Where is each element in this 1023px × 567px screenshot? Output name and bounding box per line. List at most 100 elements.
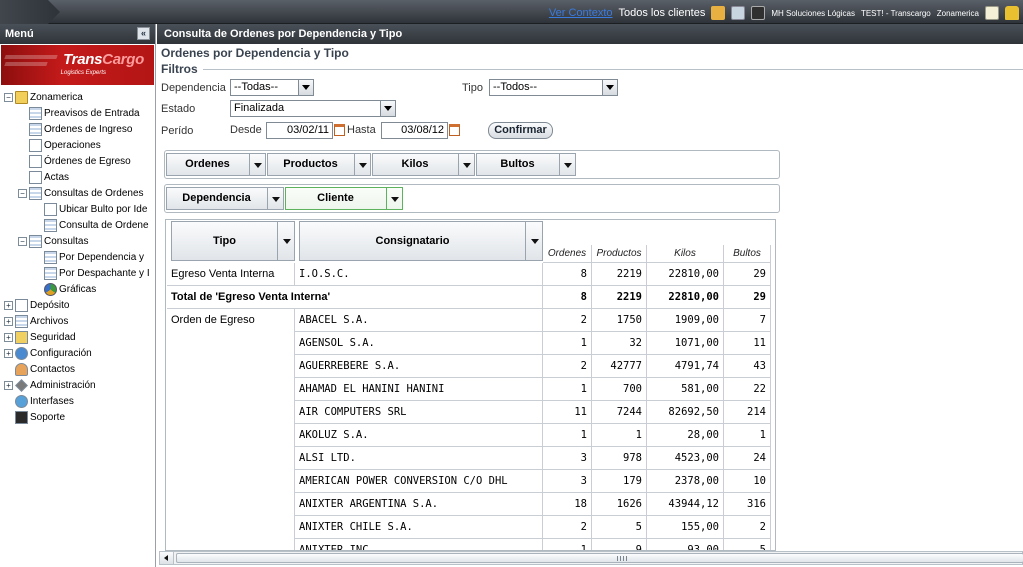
- sidebar-item[interactable]: Contactos: [4, 361, 75, 377]
- desde-label: Desde: [230, 124, 262, 136]
- chevron-down-icon[interactable]: [386, 188, 402, 209]
- estado-select-value: Finalizada: [234, 102, 285, 114]
- ordenes-cell: 3: [543, 447, 592, 470]
- calendar-icon[interactable]: [334, 124, 345, 136]
- chevron-down-icon[interactable]: [249, 154, 265, 175]
- field-dependencia[interactable]: Dependencia: [166, 187, 284, 210]
- collapse-sidebar-button[interactable]: «: [137, 27, 150, 40]
- sidebar-item[interactable]: + Administración: [4, 377, 96, 393]
- grid-icon: [44, 266, 57, 280]
- sidebar-item[interactable]: Órdenes de Egreso: [18, 153, 131, 169]
- consignatario-cell: ALSI LTD.: [295, 447, 543, 470]
- productos-cell: 42777: [592, 355, 647, 378]
- field-cliente[interactable]: Cliente: [285, 187, 403, 210]
- horizontal-scrollbar[interactable]: [159, 551, 1023, 565]
- productos-cell: 1750: [592, 309, 647, 332]
- chevron-down-icon[interactable]: [267, 188, 283, 209]
- sidebar-item[interactable]: − Consultas: [18, 233, 88, 249]
- expand-icon[interactable]: +: [4, 300, 13, 310]
- lock-icon[interactable]: [1005, 6, 1019, 20]
- chevron-down-icon[interactable]: [458, 154, 474, 175]
- expand-icon[interactable]: +: [4, 380, 13, 390]
- field-kilos[interactable]: Kilos: [372, 153, 475, 176]
- productos-cell: 32: [592, 332, 647, 355]
- menu-title: Menú: [5, 28, 34, 40]
- chevron-down-icon[interactable]: [277, 222, 294, 260]
- expand-icon[interactable]: +: [4, 332, 13, 342]
- bultos-cell: 316: [724, 493, 771, 516]
- kilos-cell: 4791,74: [647, 355, 724, 378]
- row-field-consignatario[interactable]: Consignatario: [299, 221, 543, 261]
- calendar-icon[interactable]: [449, 124, 460, 136]
- confirm-button[interactable]: Confirmar: [488, 122, 553, 139]
- top-bar-arrow: [0, 0, 60, 24]
- chevron-down-icon[interactable]: [559, 154, 575, 175]
- tipo-select[interactable]: --Todos--: [489, 79, 618, 96]
- sidebar-item[interactable]: Ordenes de Ingreso: [18, 121, 132, 137]
- sidebar-item-label: Consultas de Ordenes: [44, 187, 144, 199]
- hasta-date-input[interactable]: 03/08/12: [381, 122, 448, 139]
- client-scope-label: Todos los clientes: [618, 7, 706, 19]
- row-field-tipo[interactable]: Tipo: [171, 221, 295, 261]
- expand-icon[interactable]: +: [4, 348, 13, 358]
- chevron-down-icon[interactable]: [380, 101, 395, 116]
- consignatario-cell: ANIXTER CHILE S.A.: [295, 516, 543, 539]
- measure-header-kilos: Kilos: [647, 245, 724, 263]
- scroll-grip: [617, 556, 627, 561]
- filters-section: Filtros: [161, 62, 1023, 76]
- productos-cell: 978: [592, 447, 647, 470]
- sidebar-item[interactable]: Consulta de Ordene: [30, 217, 149, 233]
- sidebar-item[interactable]: + Depósito: [4, 297, 69, 313]
- sidebar-item[interactable]: Preavisos de Entrada: [18, 105, 140, 121]
- chevron-down-icon[interactable]: [354, 154, 370, 175]
- consignatario-cell: AHAMAD EL HANINI HANINI: [295, 378, 543, 401]
- ver-contexto-link[interactable]: Ver Contexto: [549, 7, 613, 19]
- ordenes-cell: 8: [543, 263, 592, 286]
- sidebar-item[interactable]: Ubicar Bulto por Ide: [30, 201, 147, 217]
- sidebar-item[interactable]: Por Despachante y I: [30, 265, 150, 281]
- logo-stripe: [4, 62, 48, 66]
- collapse-icon[interactable]: −: [18, 188, 27, 198]
- sidebar-item[interactable]: Operaciones: [18, 137, 101, 153]
- sidebar-item[interactable]: Gráficas: [30, 281, 96, 297]
- chevron-down-icon[interactable]: [525, 222, 542, 260]
- sidebar-item[interactable]: + Seguridad: [4, 329, 76, 345]
- desde-date-input[interactable]: 03/02/11: [266, 122, 333, 139]
- sidebar-item-label: Operaciones: [44, 139, 101, 151]
- sidebar-item-label: Ubicar Bulto por Ide: [59, 203, 148, 215]
- windows-icon[interactable]: [731, 6, 746, 20]
- bultos-cell: 7: [724, 309, 771, 332]
- bultos-cell: 2: [724, 516, 771, 539]
- context-user-icon[interactable]: [711, 6, 726, 20]
- collapse-icon[interactable]: −: [18, 236, 27, 246]
- sidebar-item[interactable]: Por Dependencia y: [30, 249, 144, 265]
- bultos-cell: 24: [724, 447, 771, 470]
- dependencia-select[interactable]: --Todas--: [230, 79, 314, 96]
- sidebar-item[interactable]: − Consultas de Ordenes: [18, 185, 144, 201]
- scroll-thumb[interactable]: [176, 553, 1023, 563]
- field-ordenes[interactable]: Ordenes: [166, 153, 266, 176]
- chevron-down-icon[interactable]: [298, 80, 313, 95]
- folder-icon: [15, 90, 28, 104]
- expand-icon[interactable]: +: [4, 316, 13, 326]
- field-bultos[interactable]: Bultos: [476, 153, 576, 176]
- dependencia-label: Dependencia: [161, 82, 226, 94]
- field-productos[interactable]: Productos: [267, 153, 371, 176]
- sidebar-item[interactable]: Interfases: [4, 393, 74, 409]
- ordenes-cell: 11: [543, 401, 592, 424]
- chevron-down-icon[interactable]: [602, 80, 617, 95]
- sidebar-item[interactable]: − Zonamerica: [4, 89, 83, 105]
- contacts-icon: [15, 362, 28, 376]
- productos-cell: 7244: [592, 401, 647, 424]
- sidebar-item[interactable]: Soporte: [4, 409, 65, 425]
- sidebar-item-label: Gráficas: [59, 283, 97, 295]
- productos-cell: 700: [592, 378, 647, 401]
- estado-select[interactable]: Finalizada: [230, 100, 396, 117]
- sidebar-item[interactable]: + Archivos: [4, 313, 68, 329]
- grid-icon: [44, 218, 57, 232]
- sidebar-item[interactable]: + Configuración: [4, 345, 92, 361]
- sidebar-item[interactable]: Actas: [18, 169, 69, 185]
- notes-icon[interactable]: [985, 6, 999, 20]
- collapse-icon[interactable]: −: [4, 92, 13, 102]
- scroll-left-arrow-icon[interactable]: [160, 552, 174, 564]
